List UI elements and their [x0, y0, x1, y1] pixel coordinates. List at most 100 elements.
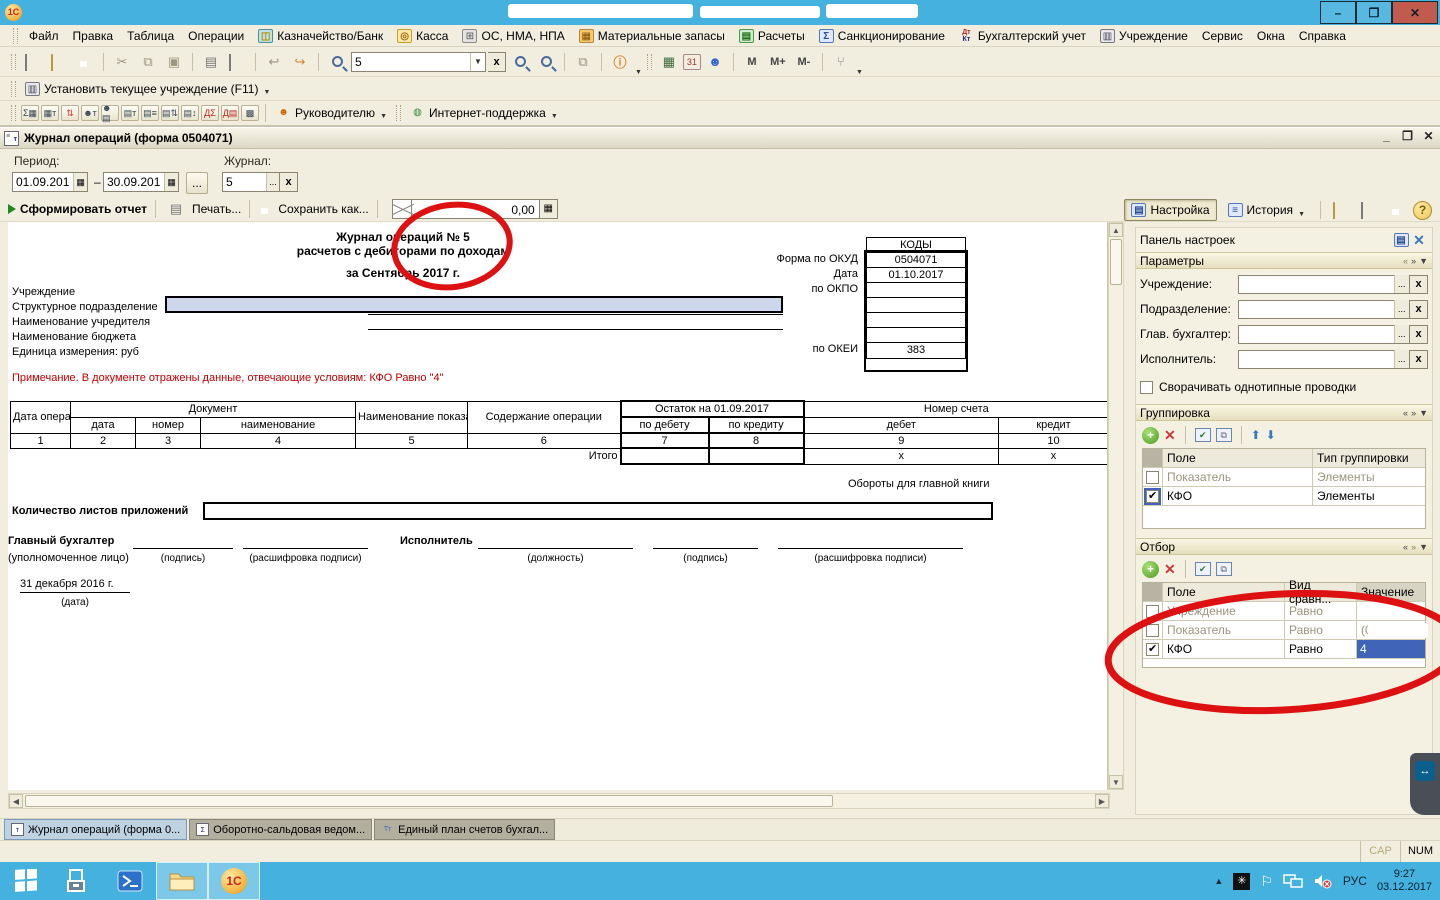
sheet-t-icon[interactable]: ▤т: [121, 105, 139, 121]
new-document-icon[interactable]: [21, 51, 45, 73]
toolbar-grip[interactable]: [11, 105, 16, 121]
chevron-left-icon[interactable]: «: [1403, 542, 1408, 552]
menu-assets[interactable]: ⊞ОС, НМА, НПА: [456, 27, 570, 45]
horizontal-scroll-thumb[interactable]: [25, 795, 833, 807]
journal-clear-button[interactable]: x: [280, 172, 298, 192]
row-checkbox[interactable]: [1146, 643, 1159, 656]
journal-input[interactable]: [223, 175, 266, 189]
menu-settlements[interactable]: ▤Расчеты: [733, 27, 811, 45]
1c-app-button[interactable]: 1С: [208, 862, 260, 900]
menu-service[interactable]: Сервис: [1196, 27, 1249, 45]
save-as-button[interactable]: Сохранить как...: [278, 202, 368, 216]
forward-icon[interactable]: ↪: [288, 51, 312, 73]
sheet-arrows-icon[interactable]: ▤↕: [181, 105, 199, 121]
zoom-in-icon[interactable]: [508, 51, 532, 73]
open-icon[interactable]: [47, 51, 71, 73]
flag-tray-icon[interactable]: ⚐: [1260, 873, 1273, 890]
scroll-left-icon[interactable]: ◀: [9, 794, 23, 808]
tab-turnover-sheet[interactable]: Σ Оборотно-сальдовая ведом...: [189, 819, 372, 840]
move-down-icon[interactable]: ⬇: [1266, 428, 1276, 442]
clock[interactable]: 9:27 03.12.2017: [1377, 868, 1432, 894]
print-icon[interactable]: ▤: [199, 51, 223, 73]
search-input[interactable]: [352, 53, 470, 71]
clear-icon[interactable]: x: [1410, 325, 1428, 344]
chevron-down-icon[interactable]: ▼: [856, 69, 863, 76]
row-checkbox[interactable]: [1146, 471, 1159, 484]
filter-section-header[interactable]: Отбор « » ▼: [1136, 538, 1432, 555]
sum-field[interactable]: 0,00 ▦: [392, 199, 558, 219]
scroll-up-icon[interactable]: ▲: [1109, 223, 1123, 237]
menu-edit[interactable]: Правка: [67, 27, 120, 45]
sheet-arrows-t-icon[interactable]: ▤⇅: [161, 105, 179, 121]
menu-institution[interactable]: ▥Учреждение: [1094, 27, 1194, 45]
scroll-down-icon[interactable]: ▼: [1109, 775, 1123, 789]
chevron-down-icon[interactable]: ▼: [551, 113, 558, 120]
clear-icon[interactable]: x: [1410, 300, 1428, 319]
period-ellipsis-button[interactable]: ...: [186, 172, 208, 194]
paste-icon[interactable]: ▣: [162, 51, 186, 73]
calendar-icon[interactable]: ▦: [73, 173, 87, 191]
pinwheel-tray-icon[interactable]: ✳: [1233, 873, 1250, 890]
params-section-header[interactable]: Параметры « » ▼: [1136, 252, 1432, 269]
chevron-left-icon[interactable]: «: [1403, 408, 1408, 418]
history-button[interactable]: ≡ История ▼: [1221, 199, 1312, 221]
zoom-out-icon[interactable]: [534, 51, 558, 73]
toolbar-grip[interactable]: [396, 105, 401, 121]
sigma-table-icon[interactable]: Σ▦: [21, 105, 39, 121]
period-to-input[interactable]: [104, 175, 164, 189]
settings-toggle-button[interactable]: ▤ Настройка: [1124, 199, 1216, 221]
toolbar-grip[interactable]: [11, 81, 16, 97]
filter-row-institution[interactable]: Учреждение Равно: [1143, 602, 1425, 621]
clear-icon[interactable]: x: [1410, 275, 1428, 294]
chevron-right-icon[interactable]: »: [1411, 256, 1416, 266]
grouping-section-header[interactable]: Группировка « » ▼: [1136, 404, 1432, 421]
file-explorer-button[interactable]: [156, 862, 208, 900]
help-button[interactable]: ?: [1413, 201, 1432, 220]
grid-icon[interactable]: ▩: [241, 105, 259, 121]
add-icon[interactable]: +: [1142, 427, 1159, 444]
menu-help[interactable]: Справка: [1293, 27, 1352, 45]
chevron-down-icon[interactable]: ▼: [1419, 542, 1428, 552]
manager-menu-button[interactable]: ☻ Руководителю ▼: [272, 105, 391, 121]
server-manager-button[interactable]: [52, 862, 104, 900]
period-from-input[interactable]: [13, 175, 73, 189]
journal-field[interactable]: ...: [222, 172, 280, 192]
add-icon[interactable]: +: [1142, 561, 1159, 578]
ellipsis-icon[interactable]: ...: [1394, 275, 1409, 293]
unit-value-field[interactable]: [165, 296, 783, 313]
toolbar-grip[interactable]: [13, 28, 18, 44]
ellipsis-icon[interactable]: ...: [266, 173, 279, 191]
users-icon[interactable]: ☻: [703, 51, 727, 73]
chevron-right-icon[interactable]: »: [1411, 408, 1416, 418]
delete-icon[interactable]: ✕: [1164, 427, 1176, 444]
print-preview-icon[interactable]: [225, 51, 249, 73]
calculator-icon[interactable]: ▦: [657, 51, 681, 73]
calendar-icon[interactable]: 31: [683, 54, 701, 70]
load-settings-icon[interactable]: [1357, 199, 1381, 221]
collapse-postings-checkbox[interactable]: [1140, 381, 1153, 394]
start-button[interactable]: [0, 862, 52, 900]
chevron-down-icon[interactable]: ▼: [1419, 408, 1428, 418]
chief-accountant-param-input[interactable]: ...: [1238, 325, 1410, 344]
minimize-button[interactable]: –: [1320, 1, 1356, 24]
exchange-icon[interactable]: ⇅: [61, 105, 79, 121]
uncheck-all-icon[interactable]: ⧉: [1216, 562, 1232, 576]
network-tray-icon[interactable]: [1283, 873, 1303, 889]
vertical-scroll-thumb[interactable]: [1110, 239, 1122, 285]
cut-icon[interactable]: ✂: [110, 51, 134, 73]
scroll-right-icon[interactable]: ▶: [1095, 794, 1109, 808]
memory-plus-button[interactable]: M+: [766, 51, 790, 73]
powershell-button[interactable]: [104, 862, 156, 900]
calendar-icon[interactable]: ▦: [164, 173, 178, 191]
table-t-icon[interactable]: ▦т: [41, 105, 59, 121]
set-current-institution-button[interactable]: ▥ Установить текущее учреждение (F11) ▼: [21, 81, 274, 97]
save-icon[interactable]: [73, 51, 97, 73]
clear-search-button[interactable]: x: [488, 52, 506, 72]
menu-table[interactable]: Таблица: [121, 27, 180, 45]
grouping-row-indicator[interactable]: Показатель Элементы: [1143, 468, 1425, 487]
tools-icon[interactable]: ⑂: [829, 51, 853, 73]
row-checkbox[interactable]: [1146, 605, 1159, 618]
delete-icon[interactable]: ✕: [1164, 561, 1176, 578]
print-button[interactable]: Печать...: [192, 202, 241, 216]
institution-param-input[interactable]: ...: [1238, 275, 1410, 294]
